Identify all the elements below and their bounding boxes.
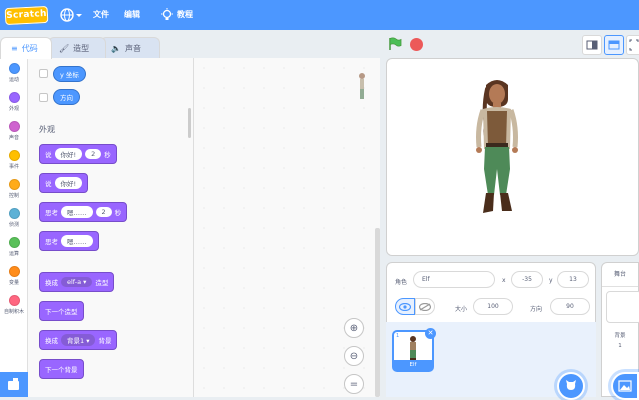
backdrop-dropdown[interactable]: 背景1 ▾ <box>61 334 96 346</box>
y-label: y <box>549 277 553 284</box>
checkbox[interactable] <box>39 93 48 102</box>
costume-dropdown[interactable]: elf-a ▾ <box>61 277 93 287</box>
backdrops-count: 1 <box>618 343 622 349</box>
brush-icon: 🖌 <box>59 44 70 53</box>
sprite-label: 角色 <box>395 279 408 286</box>
category-operators[interactable]: 运算 <box>0 232 28 262</box>
zoom-reset-icon: = <box>349 378 359 390</box>
zoom-reset-button[interactable]: = <box>344 374 364 394</box>
category-dot <box>8 179 20 190</box>
category-sensing[interactable]: 侦测 <box>0 203 28 233</box>
sprite-thumbnail-icon <box>357 72 367 102</box>
zoom-out-icon: ⊖ <box>349 350 359 362</box>
y-position-reporter[interactable]: y 坐标 <box>53 66 86 82</box>
stage-title: 舞台 <box>602 263 638 287</box>
add-sprite-button[interactable] <box>557 372 585 400</box>
eye-icon <box>399 302 411 311</box>
normal-stage-button[interactable] <box>604 35 624 55</box>
switch-backdrop-block[interactable]: 换成 背景1 ▾ 背景 <box>39 330 118 350</box>
category-dot <box>8 121 20 132</box>
stage-thumbnail <box>606 291 639 323</box>
editor-tabs: 🔈 声音 🖌 造型 ≡ 代码 <box>0 37 190 59</box>
category-dot <box>8 237 20 248</box>
fullscreen-icon[interactable] <box>626 35 639 55</box>
category-motion[interactable]: 运动 <box>0 58 28 88</box>
image-icon <box>618 380 632 392</box>
elf-sprite[interactable] <box>472 77 522 227</box>
secs-input[interactable]: 2 <box>85 149 102 159</box>
category-events[interactable]: 事件 <box>0 145 28 175</box>
text-input[interactable]: 嗯…… <box>61 235 93 247</box>
category-dot <box>8 63 20 74</box>
sprite-name-input[interactable]: Elf <box>413 271 495 288</box>
think-for-secs-block[interactable]: 思考 嗯…… 2 秒 <box>39 202 128 222</box>
direction-reporter[interactable]: 方向 <box>53 89 80 105</box>
category-dot <box>8 92 20 103</box>
category-dot <box>8 208 20 219</box>
category-sound[interactable]: 声音 <box>0 116 28 146</box>
eye-hidden-icon <box>419 302 431 311</box>
show-hidden-toggle[interactable] <box>415 298 435 315</box>
say-for-secs-block[interactable]: 说 你好! 2 秒 <box>39 144 117 164</box>
tutorials-menu[interactable]: 教程 <box>177 9 193 20</box>
zoom-in-button[interactable]: ⊕ <box>344 318 364 338</box>
delete-sprite-icon[interactable]: ✕ <box>425 328 436 339</box>
checkbox[interactable] <box>39 69 48 78</box>
x-input[interactable]: -35 <box>511 271 543 288</box>
speaker-icon: 🔈 <box>111 44 121 53</box>
cat-icon <box>566 380 576 390</box>
add-backdrop-button[interactable] <box>611 372 639 400</box>
category-dot <box>8 295 20 306</box>
palette-scrollbar[interactable] <box>188 108 191 138</box>
tab-costumes[interactable]: 🖌 造型 <box>48 37 106 59</box>
category-my-blocks[interactable]: 自制积木 <box>0 290 28 320</box>
workspace-scrollbar[interactable] <box>375 228 380 397</box>
sprite-number: 1 <box>396 333 400 339</box>
direction-label: 方向 <box>530 306 543 313</box>
text-input[interactable]: 你好! <box>54 148 83 160</box>
category-menu: 运动 外观 声音 事件 控制 侦测 运算 变量 自制积木 <box>0 58 28 397</box>
next-backdrop-block[interactable]: 下一个背景 <box>39 359 84 379</box>
lightbulb-icon[interactable] <box>160 8 174 22</box>
edit-menu[interactable]: 编辑 <box>124 9 140 20</box>
direction-input[interactable]: 90 <box>550 298 590 315</box>
say-block[interactable]: 说 你好! <box>39 173 89 193</box>
add-extension-button[interactable] <box>0 372 28 397</box>
zoom-out-button[interactable]: ⊖ <box>344 346 364 366</box>
scratch-logo[interactable]: Scratch <box>4 5 49 26</box>
tab-sounds[interactable]: 🔈 声音 <box>100 37 160 59</box>
size-label: 大小 <box>455 306 468 313</box>
text-input[interactable]: 你好! <box>54 177 83 189</box>
category-control[interactable]: 控制 <box>0 174 28 204</box>
x-label: x <box>502 277 506 284</box>
backdrops-label: 背景 <box>614 333 626 339</box>
stage[interactable] <box>386 58 639 256</box>
category-variables[interactable]: 变量 <box>0 261 28 291</box>
block-palette: y 坐标 方向 外观 说 你好! 2 秒 说 你好! 思考 嗯…… 2 秒 思考… <box>28 58 194 397</box>
sprite-thumbnail <box>410 336 416 361</box>
category-dot <box>8 150 20 161</box>
show-visible-toggle[interactable] <box>395 298 415 315</box>
section-title: 外观 <box>39 125 55 134</box>
sprite-tile-name: Elf <box>394 360 432 370</box>
category-dot <box>8 266 20 277</box>
code-icon: ≡ <box>11 44 18 53</box>
secs-input[interactable]: 2 <box>95 207 112 217</box>
green-flag-icon[interactable] <box>388 37 402 51</box>
menu-bar: Scratch 文件 编辑 教程 <box>0 0 639 30</box>
language-globe-icon[interactable] <box>60 8 82 22</box>
size-input[interactable]: 100 <box>473 298 513 315</box>
category-looks[interactable]: 外观 <box>0 87 28 117</box>
y-input[interactable]: 13 <box>557 271 589 288</box>
tab-code[interactable]: ≡ 代码 <box>0 37 52 59</box>
stop-button[interactable] <box>410 38 423 51</box>
text-input[interactable]: 嗯…… <box>61 206 93 218</box>
think-block[interactable]: 思考 嗯…… <box>39 231 99 251</box>
switch-costume-block[interactable]: 换成 elf-a ▾ 造型 <box>39 272 115 292</box>
file-menu[interactable]: 文件 <box>93 9 109 20</box>
sprite-tile[interactable]: 1 ✕ Elf <box>392 328 436 372</box>
zoom-in-icon: ⊕ <box>349 322 359 334</box>
small-stage-button[interactable] <box>582 35 602 55</box>
next-costume-block[interactable]: 下一个造型 <box>39 301 84 321</box>
